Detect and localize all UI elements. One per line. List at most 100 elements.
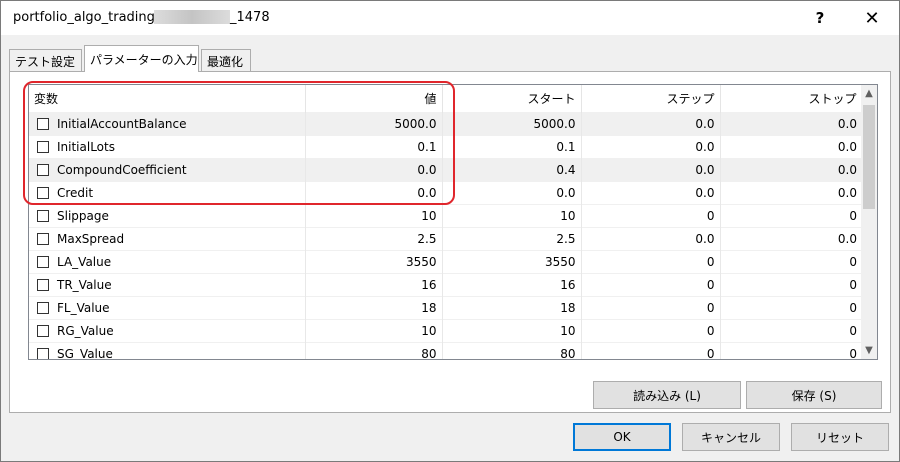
step-cell[interactable]: 0 [580,341,720,359]
stop-cell[interactable]: 0 [719,318,862,342]
table-row[interactable]: MaxSpread 2.5 2.5 0.0 0.0 [29,226,862,250]
variable-cell: CompoundCoefficient [29,157,305,181]
variable-cell: FL_Value [29,295,305,319]
column-header-start[interactable]: スタート [442,85,582,112]
start-cell[interactable]: 5000.0 [441,111,581,135]
optimize-checkbox[interactable] [37,255,49,268]
table-row[interactable]: Slippage 10 10 0 0 [29,203,862,227]
value-cell[interactable]: 0.0 [304,157,442,181]
variable-cell: RG_Value [29,318,305,342]
window-title: portfolio_algo_trading_ [13,10,162,25]
start-cell[interactable]: 2.5 [441,226,581,250]
variable-name: LA_Value [57,254,112,269]
scroll-up-icon[interactable]: ▲ [861,85,877,102]
table-row[interactable]: Credit 0.0 0.0 0.0 0.0 [29,180,862,204]
start-cell[interactable]: 0.1 [441,134,581,158]
optimize-checkbox[interactable] [37,186,49,199]
stop-cell[interactable]: 0.0 [719,180,862,204]
step-cell[interactable]: 0 [580,272,720,296]
stop-cell[interactable]: 0.0 [719,157,862,181]
variable-name: CompoundCoefficient [57,162,187,177]
start-cell[interactable]: 0.0 [441,180,581,204]
stop-cell[interactable]: 0 [719,295,862,319]
step-cell[interactable]: 0 [580,249,720,273]
table-row[interactable]: SG_Value 80 80 0 0 [29,341,862,359]
optimize-checkbox[interactable] [37,209,49,222]
stop-cell[interactable]: 0 [719,203,862,227]
table-row[interactable]: InitialAccountBalance 5000.0 5000.0 0.0 … [29,111,862,135]
redacted-title-segment [154,10,230,24]
start-cell[interactable]: 18 [441,295,581,319]
cancel-button[interactable]: キャンセル [682,423,780,451]
optimize-checkbox[interactable] [37,347,49,359]
optimize-checkbox[interactable] [37,301,49,314]
column-header-variable[interactable]: 変数 [29,85,306,112]
variable-cell: InitialLots [29,134,305,158]
variable-name: FL_Value [57,300,110,315]
stop-cell[interactable]: 0 [719,272,862,296]
step-cell[interactable]: 0.0 [580,157,720,181]
parameter-grid: 変数 値 スタート ステップ ストップ InitialAccountBalanc… [28,84,878,360]
scroll-thumb[interactable] [863,105,875,209]
start-cell[interactable]: 0.4 [441,157,581,181]
table-row[interactable]: RG_Value 10 10 0 0 [29,318,862,342]
start-cell[interactable]: 10 [441,318,581,342]
column-header-stop[interactable]: ストップ [720,85,863,112]
table-row[interactable]: InitialLots 0.1 0.1 0.0 0.0 [29,134,862,158]
optimize-checkbox[interactable] [37,117,49,130]
value-cell[interactable]: 18 [304,295,442,319]
help-button[interactable]: ? [797,1,843,35]
value-cell[interactable]: 3550 [304,249,442,273]
step-cell[interactable]: 0 [580,295,720,319]
value-cell[interactable]: 10 [304,203,442,227]
value-cell[interactable]: 80 [304,341,442,359]
tab-test-settings[interactable]: テスト設定 [9,49,82,71]
stop-cell[interactable]: 0.0 [719,226,862,250]
table-row[interactable]: CompoundCoefficient 0.0 0.4 0.0 0.0 [29,157,862,181]
optimize-checkbox[interactable] [37,278,49,291]
save-button[interactable]: 保存 (S) [746,381,882,409]
column-header-step[interactable]: ステップ [581,85,721,112]
reset-button[interactable]: リセット [791,423,889,451]
vertical-scrollbar[interactable]: ▲ ▼ [861,85,877,359]
step-cell[interactable]: 0.0 [580,134,720,158]
start-cell[interactable]: 80 [441,341,581,359]
optimize-checkbox[interactable] [37,140,49,153]
variable-cell: MaxSpread [29,226,305,250]
load-button[interactable]: 読み込み (L) [593,381,741,409]
value-cell[interactable]: 5000.0 [304,111,442,135]
stop-cell[interactable]: 0 [719,249,862,273]
value-cell[interactable]: 2.5 [304,226,442,250]
start-cell[interactable]: 16 [441,272,581,296]
stop-cell[interactable]: 0 [719,341,862,359]
variable-cell: SG_Value [29,341,305,359]
start-cell[interactable]: 3550 [441,249,581,273]
step-cell[interactable]: 0.0 [580,226,720,250]
step-cell[interactable]: 0 [580,203,720,227]
table-row[interactable]: LA_Value 3550 3550 0 0 [29,249,862,273]
parameter-table: 変数 値 スタート ステップ ストップ InitialAccountBalanc… [29,85,863,359]
optimize-checkbox[interactable] [37,324,49,337]
optimize-checkbox[interactable] [37,163,49,176]
scroll-down-icon[interactable]: ▼ [861,342,877,359]
variable-name: MaxSpread [57,231,125,246]
value-cell[interactable]: 0.1 [304,134,442,158]
tab-parameter-input[interactable]: パラメーターの入力 [84,45,199,72]
value-cell[interactable]: 10 [304,318,442,342]
optimize-checkbox[interactable] [37,232,49,245]
start-cell[interactable]: 10 [441,203,581,227]
title-bar: portfolio_algo_trading_ _1478 ? ✕ [1,1,899,35]
table-row[interactable]: FL_Value 18 18 0 0 [29,295,862,319]
value-cell[interactable]: 0.0 [304,180,442,204]
stop-cell[interactable]: 0.0 [719,134,862,158]
stop-cell[interactable]: 0.0 [719,111,862,135]
column-header-value[interactable]: 値 [305,85,443,112]
step-cell[interactable]: 0.0 [580,180,720,204]
value-cell[interactable]: 16 [304,272,442,296]
table-row[interactable]: TR_Value 16 16 0 0 [29,272,862,296]
tab-optimization[interactable]: 最適化 [201,49,251,71]
step-cell[interactable]: 0 [580,318,720,342]
step-cell[interactable]: 0.0 [580,111,720,135]
close-button[interactable]: ✕ [849,1,895,35]
ok-button[interactable]: OK [573,423,671,451]
